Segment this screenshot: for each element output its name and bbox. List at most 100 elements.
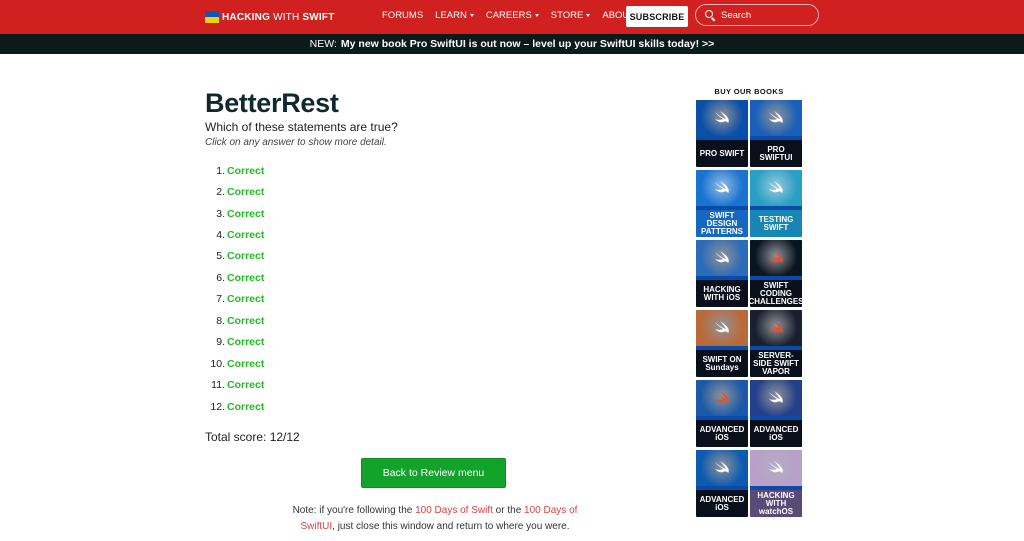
nav-learn[interactable]: LEARN (435, 10, 474, 21)
book-title: SERVER-SIDE SWIFT VAPOR (753, 351, 799, 376)
chevron-down-icon (586, 14, 591, 17)
answer-result[interactable]: Correct (227, 379, 264, 391)
answer-result[interactable]: Correct (227, 250, 264, 262)
logo-text: HACKING WITH SWIFT (222, 11, 335, 23)
book-cover[interactable]: SWIFT CODING CHALLENGES (750, 240, 802, 307)
swift-bird-icon (769, 391, 783, 403)
answer-result[interactable]: Correct (227, 229, 264, 241)
hint-text: Click on any answer to show more detail. (205, 137, 387, 148)
book-title: SWIFT ON Sundays (702, 355, 742, 372)
page-title: BetterRest (205, 88, 339, 118)
book-title: ADVANCED iOS (699, 425, 745, 442)
swift-bird-icon (715, 321, 729, 333)
chevron-down-icon (534, 14, 539, 17)
book-title: HACKING WITH watchOS (757, 491, 795, 516)
answer-result[interactable]: Correct (227, 272, 264, 284)
book-title: SWIFT DESIGN PATTERNS (701, 211, 743, 236)
book-strip (750, 206, 802, 210)
swift-bird-icon (715, 251, 729, 263)
nav-forums[interactable]: FORUMS (382, 10, 423, 21)
book-cover[interactable]: HACKING WITH iOS (696, 240, 748, 307)
swift-bird-icon (769, 251, 783, 263)
book-grid: PRO SWIFT PRO SWIFTUI SWIFT DESIGN PATTERN… (696, 100, 802, 517)
nav-careers[interactable]: CAREERS (486, 10, 539, 21)
book-strip (750, 276, 802, 280)
answer-result[interactable]: Correct (227, 186, 264, 198)
answer-result[interactable]: Correct (227, 358, 264, 370)
book-strip (750, 346, 802, 350)
total-score: Total score: 12/12 (205, 430, 300, 444)
banner-text: My new book Pro SwiftUI is out now – lev… (340, 38, 715, 50)
book-cover[interactable]: SWIFT DESIGN PATTERNS (696, 170, 748, 237)
book-cover[interactable]: TESTING SWIFT (750, 170, 802, 237)
nav-store[interactable]: STORE (551, 10, 591, 21)
answer-result[interactable]: Correct (227, 401, 264, 413)
footer-note: Note: if you're following the 100 Days o… (292, 505, 578, 532)
answer-result[interactable]: Correct (227, 336, 264, 348)
book-strip (696, 136, 748, 140)
book-cover[interactable]: ADVANCED iOS (696, 450, 748, 517)
answer-result[interactable]: Correct (227, 293, 264, 305)
book-strip (750, 136, 802, 140)
book-strip (750, 416, 802, 420)
answer-list: 1. Correct 2. Correct 3. Correct 4. Correct … (205, 160, 405, 417)
swift-bird-icon (715, 391, 729, 403)
book-strip (696, 486, 748, 490)
question-text: Which of these statements are true? (205, 120, 398, 134)
chevron-down-icon (469, 14, 474, 17)
book-cover[interactable]: PRO SWIFTUI (750, 100, 802, 167)
site-header: HACKING WITH SWIFT FORUMS LEARN CAREERS … (0, 0, 1024, 34)
main-nav: FORUMS LEARN CAREERS STORE ABOUT (382, 10, 654, 21)
swift-bird-icon (715, 111, 729, 123)
answer-item[interactable]: 8. Correct (205, 310, 405, 331)
promo-banner[interactable]: NEW: My new book Pro SwiftUI is out now … (0, 34, 1024, 54)
swift-bird-icon (715, 461, 729, 473)
answer-item[interactable]: 3. Correct (205, 203, 405, 224)
book-cover[interactable]: ADVANCED iOS (750, 380, 802, 447)
book-title: PRO SWIFT (699, 149, 745, 158)
book-title: ADVANCED iOS (699, 495, 745, 512)
swift-bird-icon (769, 181, 783, 193)
book-cover[interactable]: PRO SWIFT (696, 100, 748, 167)
banner-prefix: NEW: (309, 38, 337, 50)
answer-item[interactable]: 5. Correct (205, 246, 405, 267)
swift-bird-icon (769, 111, 783, 123)
answer-item[interactable]: 12. Correct (205, 396, 405, 417)
answer-item[interactable]: 4. Correct (205, 224, 405, 245)
answer-item[interactable]: 6. Correct (205, 267, 405, 288)
swift-bird-icon (769, 461, 783, 473)
book-title: TESTING SWIFT (758, 215, 794, 232)
answer-item[interactable]: 11. Correct (205, 374, 405, 395)
ukraine-flag-icon (205, 11, 219, 23)
answer-item[interactable]: 9. Correct (205, 332, 405, 353)
link-100-days-swift[interactable]: 100 Days of Swift (415, 505, 493, 516)
book-strip (696, 346, 748, 350)
subscribe-button[interactable]: SUBSCRIBE (626, 6, 688, 27)
answer-result[interactable]: Correct (227, 165, 264, 177)
book-cover[interactable]: HACKING WITH watchOS (750, 450, 802, 517)
swift-bird-icon (769, 321, 783, 333)
book-strip (696, 206, 748, 210)
answer-item[interactable]: 10. Correct (205, 353, 405, 374)
swift-bird-icon (715, 181, 729, 193)
book-strip (750, 486, 802, 490)
book-title: ADVANCED iOS (753, 425, 799, 442)
book-title: SWIFT CODING CHALLENGES (750, 281, 802, 306)
book-title: HACKING WITH iOS (703, 285, 741, 302)
book-cover[interactable]: SWIFT ON Sundays (696, 310, 748, 377)
sidebar-title: BUY OUR BOOKS (714, 87, 784, 96)
back-to-review-button[interactable]: Back to Review menu (361, 458, 506, 488)
answer-item[interactable]: 7. Correct (205, 289, 405, 310)
answer-item[interactable]: 2. Correct (205, 181, 405, 202)
book-cover[interactable]: SERVER-SIDE SWIFT VAPOR (750, 310, 802, 377)
search-box[interactable] (695, 4, 819, 26)
search-icon (705, 9, 716, 21)
site-logo[interactable]: HACKING WITH SWIFT (205, 10, 335, 24)
answer-result[interactable]: Correct (227, 208, 264, 220)
answer-item[interactable]: 1. Correct (205, 160, 405, 181)
answer-result[interactable]: Correct (227, 315, 264, 327)
search-input[interactable] (721, 9, 811, 21)
book-strip (696, 416, 748, 420)
book-strip (696, 276, 748, 280)
book-cover[interactable]: ADVANCED iOS (696, 380, 748, 447)
